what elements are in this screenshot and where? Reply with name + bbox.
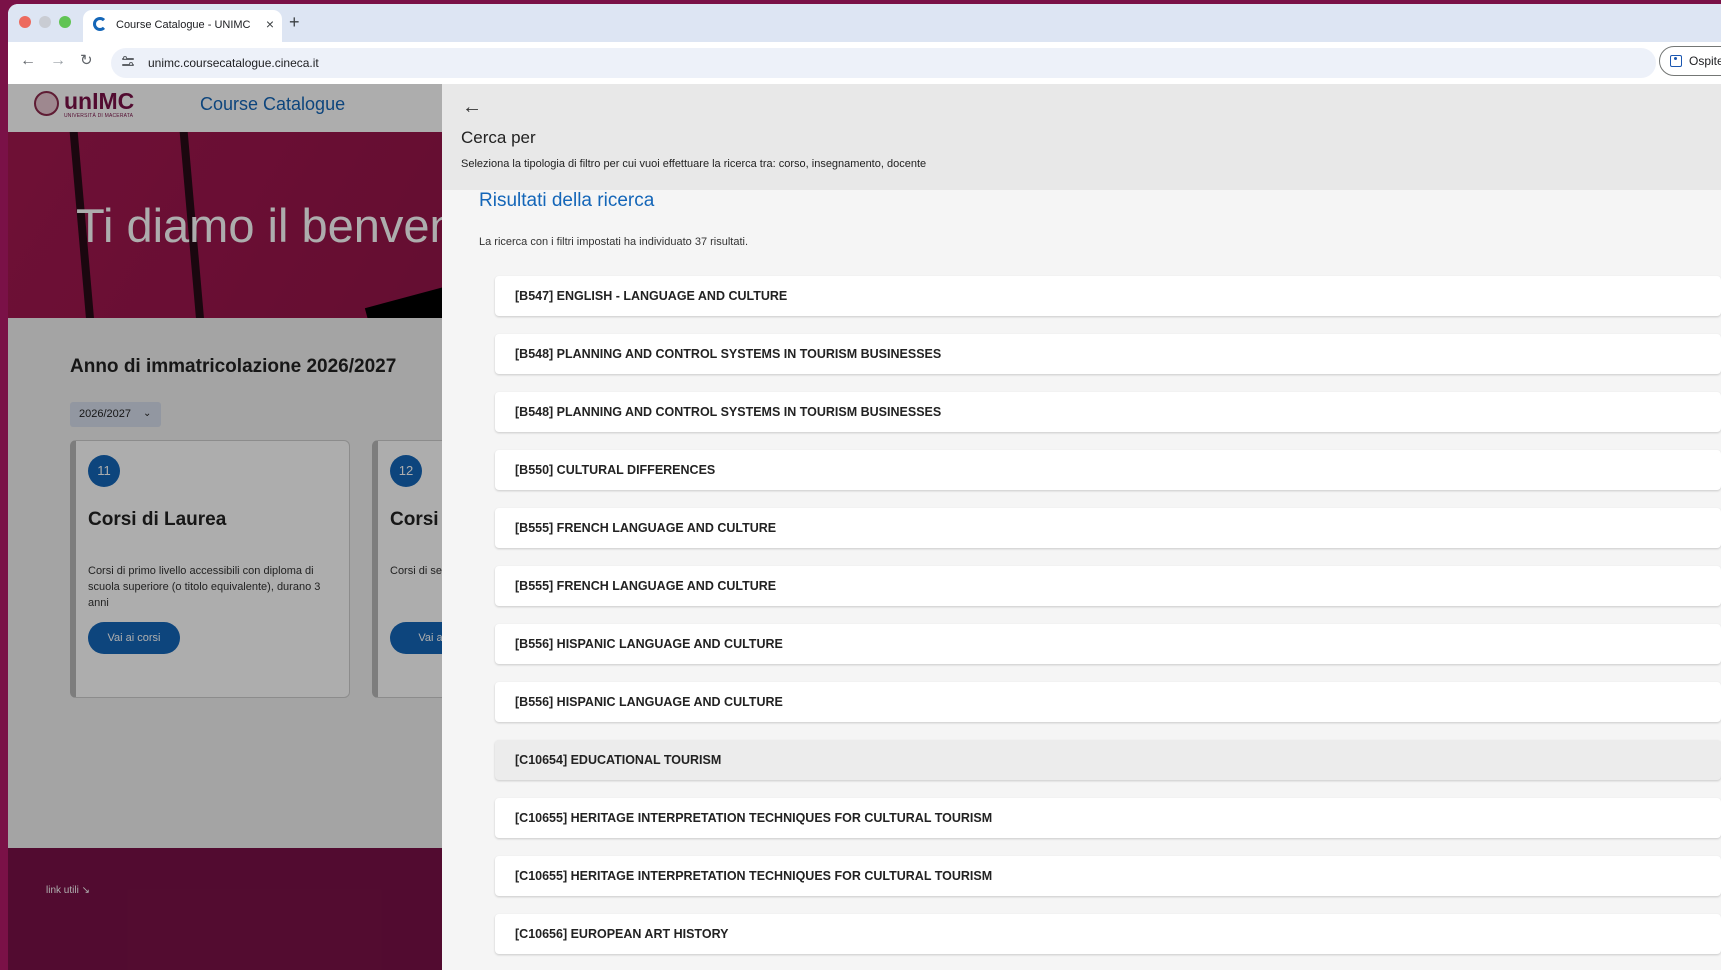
back-arrow-icon[interactable]: ←: [462, 96, 482, 119]
tab-close-icon[interactable]: ×: [266, 16, 274, 32]
result-item[interactable]: [C10655] HERITAGE INTERPRETATION TECHNIQ…: [495, 798, 1721, 838]
result-item-label: [B556] HISPANIC LANGUAGE AND CULTURE: [515, 695, 783, 709]
close-window-button[interactable]: [19, 16, 31, 28]
result-item-label: [B548] PLANNING AND CONTROL SYSTEMS IN T…: [515, 347, 942, 361]
results-count: La ricerca con i filtri impostati ha ind…: [479, 236, 749, 248]
result-item[interactable]: [B556] HISPANIC LANGUAGE AND CULTURE: [495, 624, 1721, 664]
result-item-label: [C10655] HERITAGE INTERPRETATION TECHNIQ…: [515, 869, 993, 883]
result-item[interactable]: [C10655] HERITAGE INTERPRETATION TECHNIQ…: [495, 856, 1721, 896]
browser-window: Course Catalogue - UNIMC × + ← → ↻ unimc…: [8, 4, 1721, 970]
guest-profile-icon: [1670, 55, 1682, 67]
result-item[interactable]: [C10656] EUROPEAN ART HISTORY: [495, 914, 1721, 954]
profile-button[interactable]: Ospite: [1659, 46, 1721, 76]
maximize-window-button[interactable]: [59, 16, 71, 28]
site-settings-icon[interactable]: [122, 56, 134, 68]
browser-tab[interactable]: Course Catalogue - UNIMC ×: [83, 10, 282, 42]
url-text[interactable]: unimc.coursecatalogue.cineca.it: [148, 56, 319, 70]
forward-arrow-icon[interactable]: →: [50, 53, 66, 69]
profile-label: Ospite: [1689, 54, 1721, 68]
result-item-label: [B556] HISPANIC LANGUAGE AND CULTURE: [515, 637, 783, 651]
reload-icon[interactable]: ↻: [80, 53, 93, 69]
tab-bar: Course Catalogue - UNIMC × +: [8, 4, 1721, 42]
result-item-label: [B547] ENGLISH - LANGUAGE AND CULTURE: [515, 289, 788, 303]
results-title: Risultati della ricerca: [479, 190, 655, 211]
page-content: unIMC UNIVERSITÀ DI MACERATA Course Cata…: [8, 84, 1721, 970]
result-item[interactable]: [B550] CULTURAL DIFFERENCES: [495, 450, 1721, 490]
panel-title: Cerca per: [461, 128, 536, 147]
result-item-label: [C10656] EUROPEAN ART HISTORY: [515, 927, 729, 941]
back-arrow-icon[interactable]: ←: [20, 53, 36, 69]
result-item-label: [B555] FRENCH LANGUAGE AND CULTURE: [515, 521, 777, 535]
address-bar[interactable]: unimc.coursecatalogue.cineca.it 文: [111, 48, 1656, 78]
new-tab-button[interactable]: +: [289, 12, 300, 33]
search-panel: ← Cerca per Seleziona la tipologia di fi…: [442, 84, 1721, 970]
result-item-label: [B550] CULTURAL DIFFERENCES: [515, 463, 716, 477]
result-item[interactable]: [B547] ENGLISH - LANGUAGE AND CULTURE: [495, 276, 1721, 316]
result-item[interactable]: [C10654] EDUCATIONAL TOURISM: [495, 740, 1721, 780]
result-item-label: [B555] FRENCH LANGUAGE AND CULTURE: [515, 579, 777, 593]
cineca-favicon-icon: [93, 17, 107, 31]
minimize-window-button[interactable]: [39, 16, 51, 28]
results-list: [B547] ENGLISH - LANGUAGE AND CULTURE [B5…: [495, 276, 1721, 970]
browser-toolbar: ← → ↻ unimc.coursecatalogue.cineca.it 文 …: [8, 42, 1721, 84]
result-item[interactable]: [B556] HISPANIC LANGUAGE AND CULTURE: [495, 682, 1721, 722]
search-panel-header: ← Cerca per Seleziona la tipologia di fi…: [442, 84, 1721, 190]
result-item-label: [B548] PLANNING AND CONTROL SYSTEMS IN T…: [515, 405, 942, 419]
result-item[interactable]: [B555] FRENCH LANGUAGE AND CULTURE: [495, 566, 1721, 606]
result-item[interactable]: [B548] PLANNING AND CONTROL SYSTEMS IN T…: [495, 392, 1721, 432]
modal-overlay[interactable]: [8, 84, 442, 970]
panel-subtitle: Seleziona la tipologia di filtro per cui…: [461, 158, 927, 170]
result-item[interactable]: [B555] FRENCH LANGUAGE AND CULTURE: [495, 508, 1721, 548]
result-item-label: [C10654] EDUCATIONAL TOURISM: [515, 753, 722, 767]
tab-title: Course Catalogue - UNIMC: [116, 19, 251, 31]
result-item-label: [C10655] HERITAGE INTERPRETATION TECHNIQ…: [515, 811, 993, 825]
result-item[interactable]: [B548] PLANNING AND CONTROL SYSTEMS IN T…: [495, 334, 1721, 374]
